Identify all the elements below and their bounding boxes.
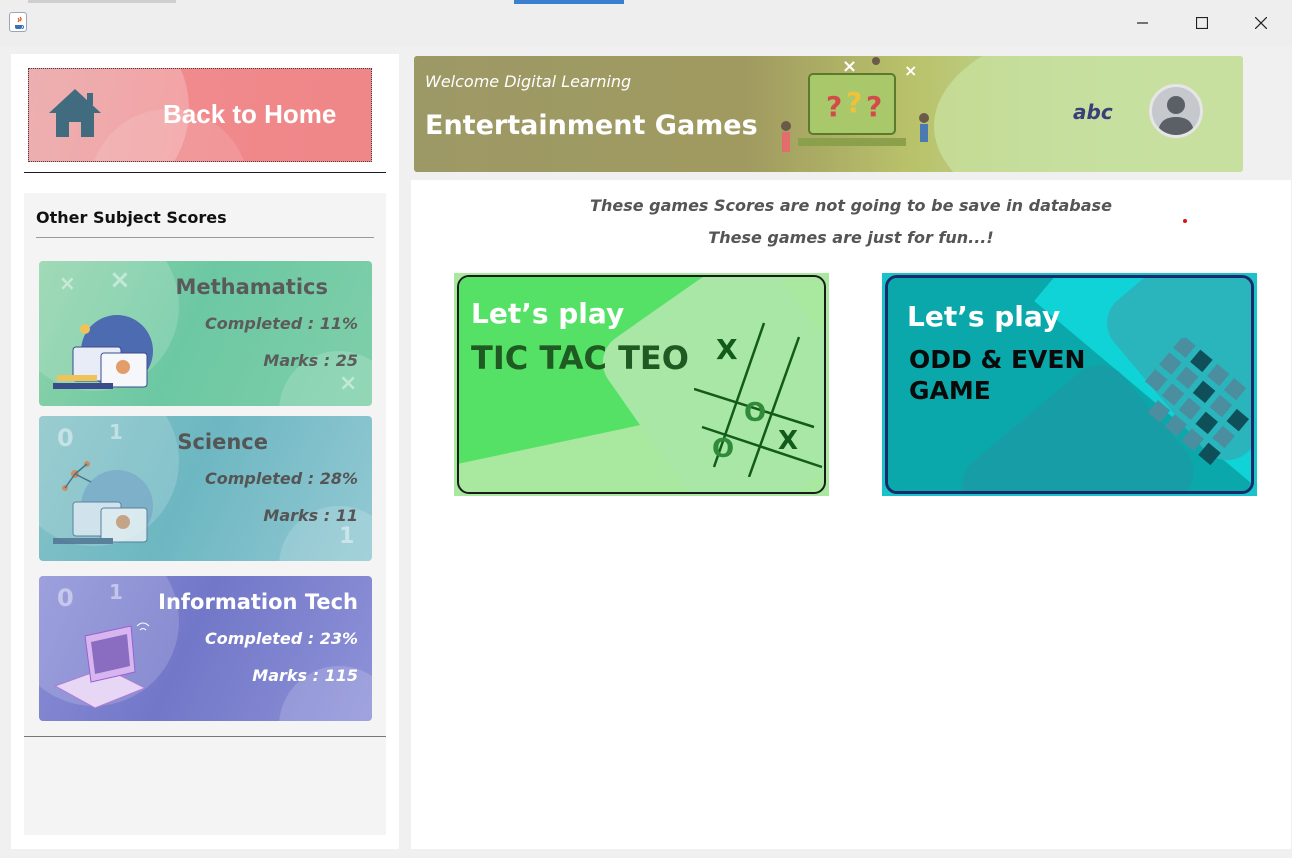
banner-subtitle: Welcome Digital Learning [425,72,632,91]
lets-play-label: Let’s play [907,300,1061,333]
sidebar: Back to Home Other Subject Scores × × × … [11,54,399,849]
subject-marks: Marks : 11 [263,506,358,525]
main-panel: ? ? ? × × Welcome Digital Learning Enter… [411,54,1291,849]
divider [24,172,386,173]
header-banner: ? ? ? × × Welcome Digital Learning Enter… [414,56,1243,172]
taskbar-segment [28,0,176,3]
subject-marks: Marks : 25 [263,351,358,370]
svg-text:X: X [716,333,738,366]
game-card-frame: X O O X Let’s play TIC TAC TEO [457,275,826,494]
subject-completed: Completed : 11% [205,314,358,333]
odd-even-game-card[interactable]: Let’s play ODD & EVEN GAME [882,273,1257,496]
quiz-illustration: ? ? ? × × [781,56,929,152]
subject-card-information-tech[interactable]: 0 1 Information Tech Completed : 23% Mar… [39,576,372,721]
user-icon [1158,96,1194,135]
subject-completed: Completed : 23% [205,629,358,648]
notice-line: These games are just for fun...! [708,228,994,247]
other-subject-scores-panel: Other Subject Scores × × × Methamatics C… [24,193,386,835]
taskbar-edge [0,0,1292,4]
decoration-x-icon: × [339,371,358,396]
minimize-icon [1137,22,1148,24]
back-to-home-button[interactable]: Back to Home [28,68,372,162]
subject-card-science[interactable]: 0 1 1 Science Completed : 28% Marks : 11 [39,416,372,561]
close-icon [1255,17,1267,29]
tic-tac-toe-game-card[interactable]: X O O X Let’s play TIC TAC TEO [454,273,829,496]
indicator-dot [1183,219,1187,223]
svg-text:?: ? [846,86,862,119]
decoration-one-glyph: 1 [109,580,123,604]
tiles-pattern-icon [1144,338,1250,466]
divider [36,237,374,238]
svg-text:×: × [842,56,857,77]
notice-line: These games Scores are not going to be s… [590,196,1112,215]
home-icon [49,89,101,137]
subject-name: Methamatics [175,275,328,299]
maximize-button[interactable] [1179,8,1225,38]
decoration-one-glyph: 1 [109,420,123,444]
svg-text:?: ? [866,90,882,123]
subject-name: Information Tech [158,590,358,614]
game-card-frame: Let’s play ODD & EVEN GAME [885,275,1254,494]
game-title: TIC TAC TEO [471,339,689,377]
subject-completed: Completed : 28% [205,469,358,488]
decoration-x-icon: × [59,271,76,295]
science-illustration [53,461,153,544]
subject-card-mathematics[interactable]: × × × Methamatics Completed : 11% Marks … [39,261,372,406]
game-title: ODD & EVEN GAME [909,345,1086,405]
window-title-bar [0,0,1292,46]
username-label: abc [1073,100,1113,124]
close-button[interactable] [1238,8,1284,38]
decoration-zero-glyph: 0 [57,424,74,452]
scores-title: Other Subject Scores [36,208,227,227]
divider [24,736,386,737]
svg-text:?: ? [826,90,842,123]
subject-name: Science [177,430,268,454]
decoration-zero-glyph: 0 [57,584,74,612]
back-to-home-label: Back to Home [163,99,337,129]
svg-text:×: × [904,61,917,80]
avatar[interactable] [1149,84,1203,138]
subject-marks: Marks : 115 [252,666,358,685]
lets-play-label: Let’s play [471,297,625,330]
decoration-x-icon: × [109,265,131,295]
svg-text:X: X [778,426,798,456]
svg-text:O: O [744,398,766,428]
decoration-one-glyph: 1 [339,524,355,549]
mathematics-illustration [53,315,153,389]
page-title: Entertainment Games [425,110,758,141]
java-app-icon[interactable] [9,12,27,32]
minimize-button[interactable] [1120,8,1166,38]
games-content: These games Scores are not going to be s… [411,180,1291,849]
laptop-illustration [53,622,150,709]
taskbar-active-segment [514,0,624,4]
maximize-icon [1196,17,1208,29]
svg-text:O: O [712,434,734,464]
tic-tac-toe-grid-icon: X O O X [694,322,823,477]
